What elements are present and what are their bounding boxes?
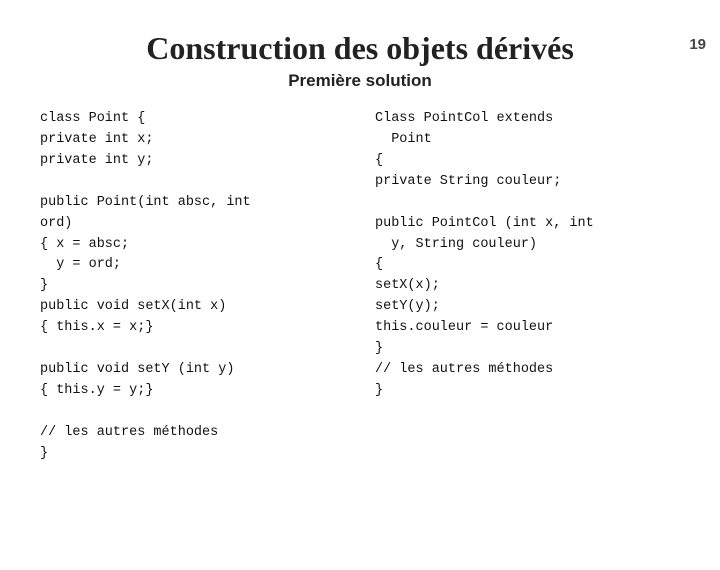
slide-title: Construction des objets dérivés [0,30,720,67]
left-code-block: class Point { private int x; private int… [40,109,345,465]
right-code-block: Class PointCol extends Point { private S… [375,109,680,465]
slide-subtitle: Première solution [0,71,720,91]
slide-number: 19 [689,36,706,53]
